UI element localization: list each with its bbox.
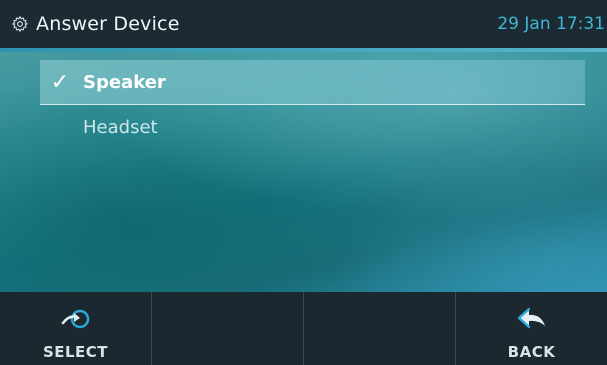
select-arrow-icon: [59, 306, 93, 332]
phone-screen: Answer Device 29 Jan 17:31 ✓ Speaker Hea…: [0, 0, 607, 365]
menu-item-speaker[interactable]: ✓ Speaker: [40, 60, 585, 105]
header-bar: Answer Device 29 Jan 17:31: [0, 0, 607, 48]
date-time: 29 Jan 17:31: [497, 14, 605, 34]
gear-icon: [10, 14, 30, 34]
checkmark-icon: ✓: [50, 69, 70, 95]
menu-item-headset[interactable]: Headset: [40, 105, 585, 149]
select-softkey[interactable]: SELECT: [0, 292, 152, 365]
back-softkey[interactable]: BACK: [456, 292, 607, 365]
empty-softkey-2[interactable]: [152, 292, 304, 365]
empty-softkey-3[interactable]: [304, 292, 456, 365]
softkey-label: SELECT: [42, 343, 109, 361]
back-arrow-icon: [515, 306, 549, 332]
page-title: Answer Device: [36, 13, 180, 35]
answer-device-list: ✓ Speaker Headset: [40, 60, 585, 149]
content-area: ✓ Speaker Headset: [0, 48, 607, 292]
softkey-bar: SELECT BACK: [0, 292, 607, 365]
menu-item-label: Headset: [83, 116, 158, 138]
menu-item-label: Speaker: [83, 71, 166, 93]
softkey-label: BACK: [507, 343, 556, 361]
